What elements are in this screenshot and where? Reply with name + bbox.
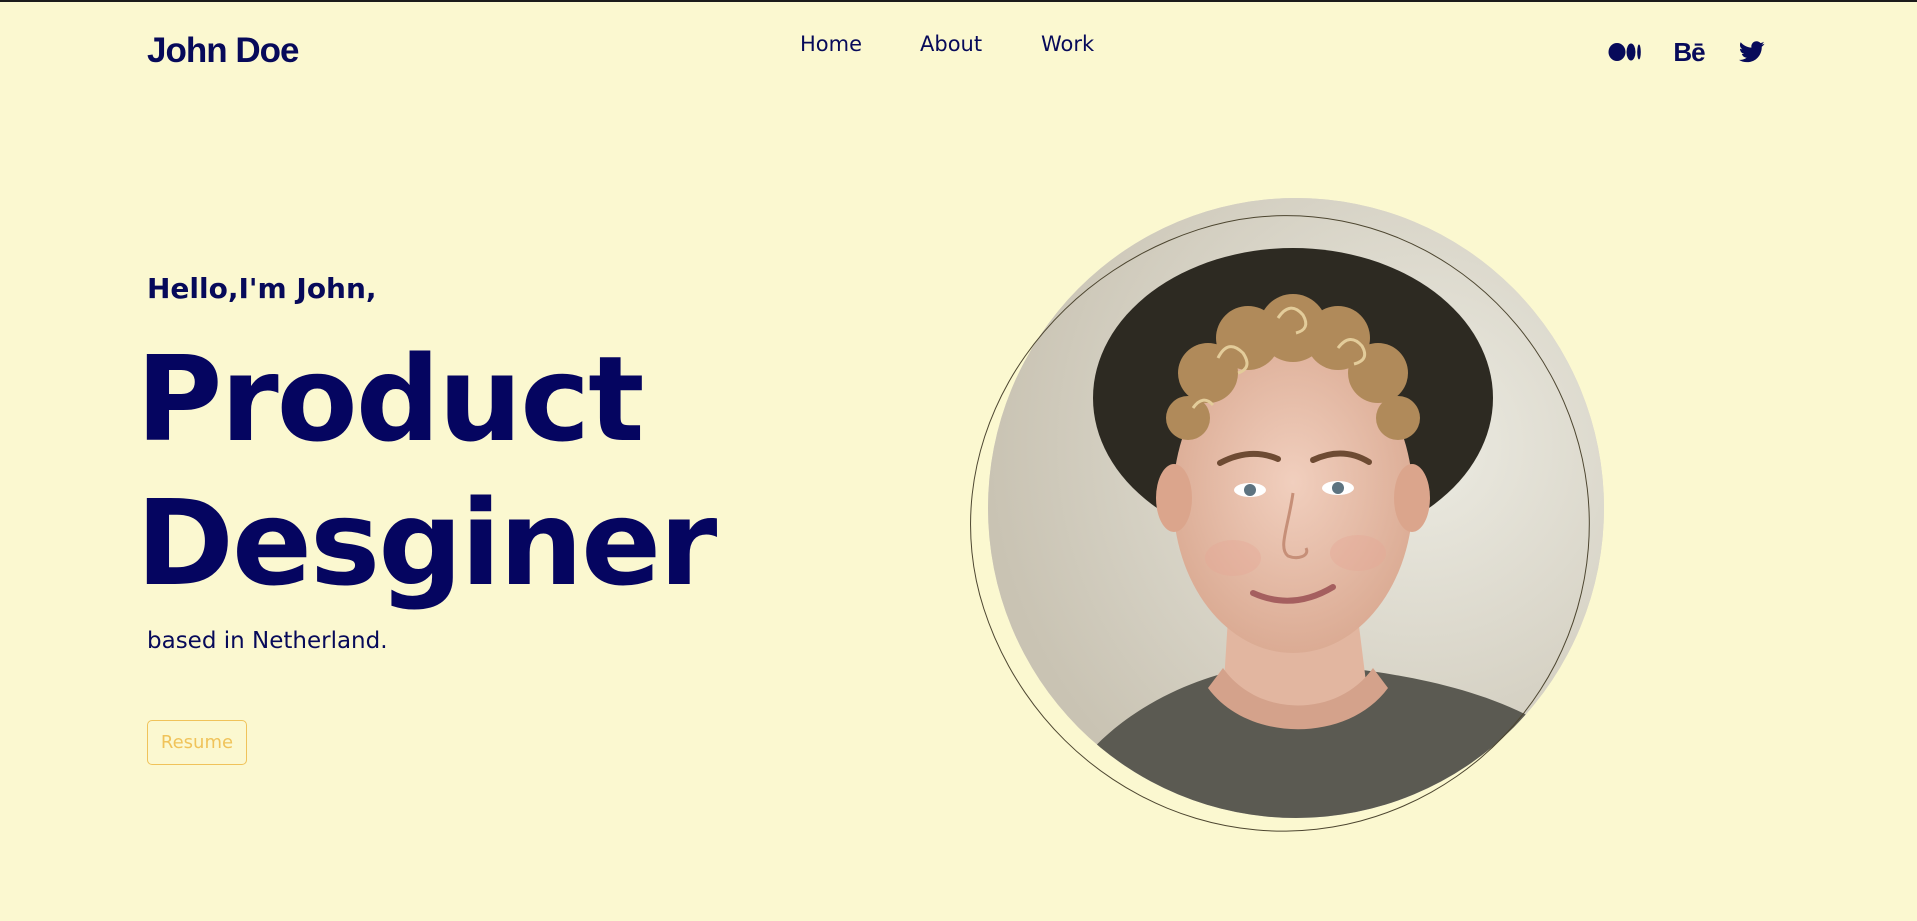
location-text: based in Netherland. <box>147 628 388 654</box>
twitter-icon[interactable] <box>1737 36 1767 68</box>
headline-line-2: Desginer <box>136 474 717 612</box>
medium-icon[interactable] <box>1607 36 1643 68</box>
profile-photo-illustration <box>988 198 1604 818</box>
greeting-text: Hello,I'm John, <box>147 272 377 305</box>
nav-about-link[interactable]: About <box>920 32 982 56</box>
nav-home-link[interactable]: Home <box>800 32 862 56</box>
medium-icon-graphic <box>1608 43 1641 61</box>
top-border <box>0 0 1917 2</box>
resume-button[interactable]: Resume <box>147 720 247 765</box>
nav-work-link[interactable]: Work <box>1041 32 1094 56</box>
profile-photo <box>988 198 1604 818</box>
headline-line-1: Product <box>136 330 645 468</box>
twitter-icon-graphic <box>1739 41 1765 63</box>
behance-icon[interactable]: Bē <box>1669 36 1709 68</box>
portrait-section <box>892 137 1670 913</box>
